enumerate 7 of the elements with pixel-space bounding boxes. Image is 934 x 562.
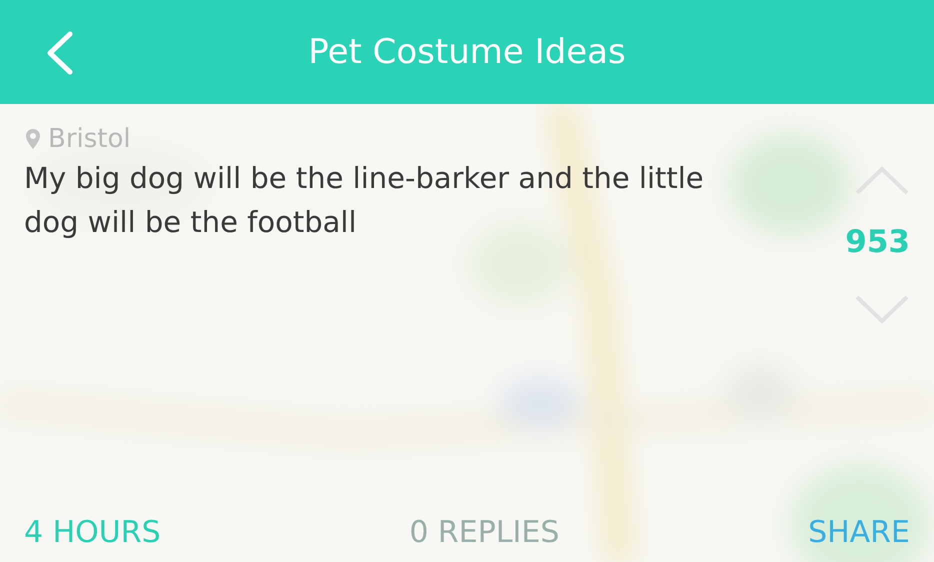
post-age: 4 HOURS bbox=[24, 515, 161, 550]
post-text: My big dog will be the line-barker and the little dog will be the football bbox=[24, 160, 705, 241]
page-title: Pet Costume Ideas bbox=[308, 32, 626, 72]
vote-count: 953 bbox=[845, 224, 910, 260]
replies-link[interactable]: 0 REPLIES bbox=[409, 515, 560, 550]
location-label: Bristol bbox=[48, 124, 131, 154]
location-pin-icon bbox=[26, 129, 40, 149]
